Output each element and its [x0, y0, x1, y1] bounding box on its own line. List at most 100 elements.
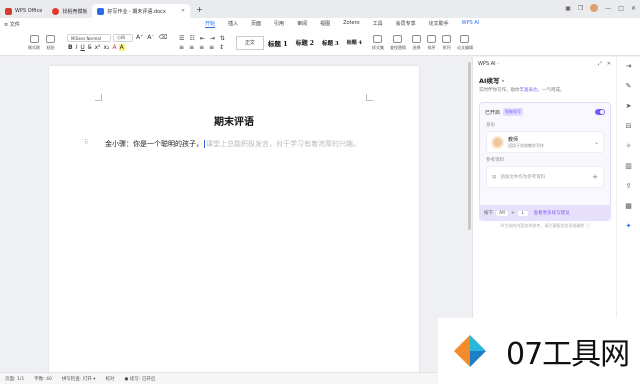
maximize-icon[interactable]: □: [618, 5, 624, 12]
pen-icon[interactable]: ✎: [626, 82, 632, 90]
thesis-icon: [460, 34, 470, 43]
brush-icon: [29, 34, 39, 43]
sort-order-icon: [426, 34, 436, 43]
role-name: 教师: [508, 136, 519, 143]
sort-icon[interactable]: ⇅: [219, 35, 226, 42]
enable-toggle[interactable]: [595, 109, 605, 115]
format-painter-button[interactable]: 格式刷: [28, 34, 40, 51]
enable-row: 已开启 智能续写: [480, 103, 610, 121]
menu-insert[interactable]: 插入: [228, 20, 238, 28]
teacher-avatar: [491, 135, 504, 149]
menu-review[interactable]: 审阅: [297, 20, 307, 28]
tab-wps-office[interactable]: WPS Office: [0, 4, 47, 18]
restore-icon[interactable]: ❐: [578, 5, 583, 12]
title-bar: WPS Office 找稻壳模板 好写作业 - 期末评语.docx ✕ + ▣ …: [0, 0, 640, 18]
justify-icon[interactable]: ≡: [208, 44, 215, 51]
layout-icon[interactable]: ▣: [565, 5, 571, 12]
paste-button[interactable]: 粘贴: [46, 34, 55, 51]
font-size-select[interactable]: 小四: [113, 34, 133, 42]
menu-view[interactable]: 视图: [320, 20, 330, 28]
sort-button[interactable]: 排序: [426, 34, 436, 51]
add-reference-button[interactable]: ▤ 添加文件作为参考资料 +: [486, 166, 604, 188]
increase-indent-icon[interactable]: ⇥: [209, 35, 216, 42]
menu-references[interactable]: 引用: [274, 20, 284, 28]
align-center-icon[interactable]: ≡: [188, 44, 195, 51]
drag-handle-icon[interactable]: ⠿: [84, 139, 88, 146]
ai-assist-icon[interactable]: ✦: [626, 222, 632, 230]
minimize-icon[interactable]: —: [605, 5, 611, 12]
menu-thesis[interactable]: 论文助手: [429, 20, 449, 28]
style-heading-1[interactable]: 标题 1: [264, 38, 292, 48]
subscript-icon[interactable]: x₂: [103, 44, 111, 51]
panel-controls: ⤢ ✕: [598, 61, 611, 67]
role-selector[interactable]: 教师 适用于学校教学写作 ⌄: [486, 131, 604, 153]
menu-page[interactable]: 页面: [251, 20, 261, 28]
chart-icon[interactable]: ▥: [625, 162, 632, 170]
menu-member[interactable]: 会员专享: [396, 20, 416, 28]
grow-font-icon[interactable]: A⁺: [135, 34, 144, 42]
continue-mode[interactable]: ● 续写: 已开启: [125, 376, 156, 382]
thesis-edit-button[interactable]: 论文编辑: [457, 34, 473, 51]
ai-suggestion-text: 课堂上总能积极发言，对于学习有着浓厚的兴趣。: [206, 140, 360, 148]
menu-wps-ai[interactable]: WPS AI: [462, 20, 480, 28]
style-heading-4[interactable]: 标题 4: [343, 39, 366, 46]
text-cursor: [204, 140, 205, 148]
line-spacing-icon[interactable]: ↕: [218, 44, 225, 51]
find-replace-button[interactable]: 查找替换: [390, 34, 406, 51]
export-icon[interactable]: ⇪: [626, 182, 632, 190]
arrange-button[interactable]: 排列: [441, 34, 451, 51]
style-set-icon: [373, 34, 383, 43]
shrink-font-icon[interactable]: A⁻: [146, 34, 155, 42]
word-doc-icon: [97, 7, 105, 15]
avatar[interactable]: [590, 4, 599, 12]
alt-key: Alt: [496, 210, 509, 216]
spell-check[interactable]: 拼写检查: 打开 ▾: [62, 376, 96, 382]
scrollbar[interactable]: [468, 62, 471, 230]
select-button[interactable]: 选择: [411, 34, 421, 51]
close-panel-icon[interactable]: ✕: [607, 61, 611, 67]
bold-icon[interactable]: B: [67, 44, 74, 51]
close-window-icon[interactable]: ✕: [631, 5, 636, 12]
document-paragraph[interactable]: 金小骤：你是一个聪明的孩子， 课堂上总能积极发言，对于学习有着浓厚的兴趣。: [105, 135, 365, 153]
document-page[interactable]: 期末评语 ⠿ 金小骤：你是一个聪明的孩子， 课堂上总能积极发言，对于学习有着浓厚的…: [49, 66, 419, 372]
font-color-icon[interactable]: A: [112, 44, 118, 51]
more-suggestions-link[interactable]: 查看更多续写建议: [534, 210, 570, 216]
font-name-select[interactable]: MiSans Normal: [67, 34, 111, 42]
tab-document[interactable]: 好写作业 - 期末评语.docx ✕: [92, 4, 191, 18]
ruler-icon[interactable]: ⊟: [626, 122, 632, 130]
word-count[interactable]: 字数: 40: [34, 376, 52, 382]
paragraph-controls: ☰ ☷ ⇤ ⇥ ⇅ ≡ ≡ ≡ ≡ ↕: [178, 35, 226, 51]
italic-icon[interactable]: I: [75, 44, 79, 51]
close-tab-icon[interactable]: ✕: [181, 8, 185, 14]
ai-disclaimer: AI生成的内容仅供参考，请注意甄别信息准确性 ⓘ: [500, 223, 590, 228]
tab-templates[interactable]: 找稻壳模板: [47, 4, 92, 18]
numbered-list-icon[interactable]: ☷: [188, 35, 195, 42]
menu-tools[interactable]: 工具: [373, 20, 383, 28]
expand-icon[interactable]: ⤢: [598, 61, 602, 67]
panel-title: WPS AI ·: [478, 61, 499, 67]
file-menu[interactable]: ≡ 文件: [4, 21, 184, 28]
superscript-icon[interactable]: x²: [94, 44, 102, 51]
style-heading-2[interactable]: 标题 2: [292, 38, 318, 47]
magic-icon[interactable]: ✧: [626, 142, 632, 150]
new-tab-button[interactable]: +: [196, 5, 203, 14]
proofread[interactable]: 校对: [106, 376, 115, 382]
style-set-button[interactable]: 样式集: [372, 34, 384, 51]
pointer-icon[interactable]: ➤: [626, 102, 632, 110]
menu-zotero[interactable]: Zotero: [343, 20, 360, 28]
strikethrough-icon[interactable]: S̶: [87, 44, 93, 51]
role-section-label: 身份: [486, 123, 495, 128]
highlight-icon[interactable]: A: [118, 44, 125, 51]
menu-home[interactable]: 开始: [205, 20, 216, 28]
collapse-icon[interactable]: ⇥: [626, 62, 632, 70]
table-icon[interactable]: ▦: [625, 202, 632, 210]
decrease-indent-icon[interactable]: ⇤: [199, 35, 206, 42]
align-right-icon[interactable]: ≡: [198, 44, 205, 51]
document-title[interactable]: 期末评语: [49, 113, 419, 128]
align-left-icon[interactable]: ≡: [178, 44, 185, 51]
underline-icon[interactable]: U: [79, 44, 85, 51]
clear-format-icon[interactable]: ⌫: [158, 34, 168, 42]
style-normal[interactable]: 正文: [235, 35, 264, 50]
bullet-list-icon[interactable]: ☰: [178, 35, 185, 42]
style-heading-3[interactable]: 标题 3: [318, 39, 343, 47]
